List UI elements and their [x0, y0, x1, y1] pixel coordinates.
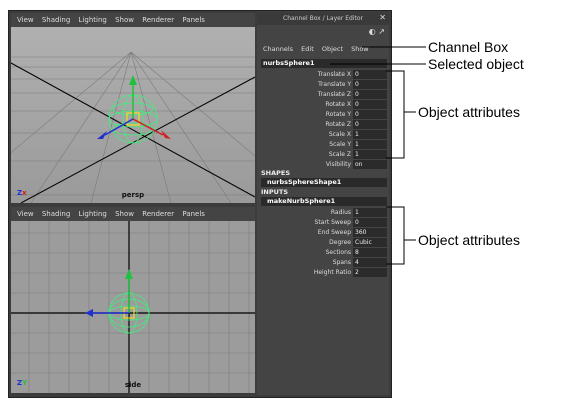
menu-lighting[interactable]: Lighting	[79, 207, 107, 221]
attr-label: Spans	[332, 259, 351, 266]
attr-row[interactable]: Height Ratio 2	[257, 268, 389, 277]
attr-value-field[interactable]: 8	[353, 248, 387, 257]
attr-row[interactable]: Translate Z 0	[257, 90, 389, 99]
attr-value-field[interactable]: 0	[353, 100, 387, 109]
attr-value-field[interactable]: 0	[353, 110, 387, 119]
attr-row[interactable]: Rotate Z 0	[257, 120, 389, 129]
menu-panels[interactable]: Panels	[182, 13, 205, 27]
menu-lighting[interactable]: Lighting	[79, 13, 107, 27]
shape-node[interactable]: nurbsSphereShape1	[261, 178, 387, 187]
annotation-channel-box: Channel Box	[428, 39, 509, 55]
annotation-object-attributes: Object attributes	[418, 232, 520, 248]
attr-row[interactable]: Start Sweep 0	[257, 218, 389, 227]
attr-row[interactable]: Sections 8	[257, 248, 389, 257]
shapes-header: SHAPES	[261, 169, 291, 177]
annotation-selected-object: Selected object	[428, 56, 524, 72]
menu-view[interactable]: View	[17, 207, 34, 221]
attr-label: Translate X	[317, 71, 351, 78]
side-viewport[interactable]: View Shading Lighting Show Renderer Pane…	[11, 207, 255, 393]
attr-row[interactable]: Scale Z 1	[257, 150, 389, 159]
menu-show[interactable]: Show	[351, 45, 369, 53]
attr-value-field[interactable]: Cubic	[353, 238, 387, 247]
channel-box-panel: Channel Box / Layer Editor ✕ ◐ ↗ Channel…	[257, 13, 389, 395]
attr-value-field[interactable]: 360	[353, 228, 387, 237]
attr-label: Start Sweep	[314, 219, 351, 226]
attr-value-field[interactable]: 1	[353, 208, 387, 217]
attr-row[interactable]: Degree Cubic	[257, 238, 389, 247]
attr-label: Rotate Z	[325, 121, 351, 128]
attr-value-field[interactable]: 0	[353, 80, 387, 89]
attr-label: Scale Z	[328, 151, 351, 158]
attr-value-field[interactable]: 0	[353, 90, 387, 99]
attr-row[interactable]: Visibility on	[257, 160, 389, 169]
attr-label: Translate Z	[317, 91, 351, 98]
attr-row[interactable]: End Sweep 360	[257, 228, 389, 237]
menu-panels[interactable]: Panels	[182, 207, 205, 221]
attr-value-field[interactable]: 1	[353, 150, 387, 159]
perspective-scene	[11, 27, 255, 203]
viewport-menu-bar: View Shading Lighting Show Renderer Pane…	[11, 13, 255, 27]
channel-box-tool-icons[interactable]: ◐ ↗	[369, 27, 385, 36]
channel-box-title: Channel Box / Layer Editor	[257, 13, 389, 25]
perspective-viewport[interactable]: View Shading Lighting Show Renderer Pane…	[11, 13, 255, 203]
menu-channels[interactable]: Channels	[263, 45, 293, 53]
inputs-header: INPUTS	[261, 188, 289, 196]
maya-window: View Shading Lighting Show Renderer Pane…	[8, 10, 392, 398]
attr-row[interactable]: Translate Y 0	[257, 80, 389, 89]
attr-row[interactable]: Radius 1	[257, 208, 389, 217]
attr-label: Visibility	[325, 161, 351, 168]
annotation-object-attributes: Object attributes	[418, 104, 520, 120]
attr-value-field[interactable]: 2	[353, 268, 387, 277]
attr-row[interactable]: Rotate X 0	[257, 100, 389, 109]
attr-label: Rotate X	[325, 101, 351, 108]
attr-value-field[interactable]: 4	[353, 258, 387, 267]
attr-label: End Sweep	[317, 229, 351, 236]
attr-value-field[interactable]: 0	[353, 70, 387, 79]
attr-value-field[interactable]: 1	[353, 140, 387, 149]
attr-label: Height Ratio	[313, 269, 351, 276]
menu-shading[interactable]: Shading	[42, 13, 70, 27]
attr-label: Translate Y	[318, 81, 351, 88]
attr-row[interactable]: Scale Y 1	[257, 140, 389, 149]
attr-label: Radius	[330, 209, 351, 216]
camera-label: side	[124, 381, 142, 389]
viewport-menu-bar: View Shading Lighting Show Renderer Pane…	[11, 207, 255, 221]
input-node[interactable]: makeNurbSphere1	[261, 197, 387, 206]
attr-row[interactable]: Translate X 0	[257, 70, 389, 79]
menu-view[interactable]: View	[17, 13, 34, 27]
attr-row[interactable]: Spans 4	[257, 258, 389, 267]
menu-edit[interactable]: Edit	[301, 45, 314, 53]
attr-value-field[interactable]: 0	[353, 120, 387, 129]
side-scene	[11, 221, 255, 393]
menu-renderer[interactable]: Renderer	[142, 207, 174, 221]
menu-show[interactable]: Show	[115, 207, 134, 221]
menu-shading[interactable]: Shading	[42, 207, 70, 221]
attr-value-field[interactable]: on	[353, 160, 387, 169]
attr-value-field[interactable]: 1	[353, 130, 387, 139]
channel-box-menu: Channels Edit Object Show	[257, 43, 389, 55]
attr-row[interactable]: Rotate Y 0	[257, 110, 389, 119]
menu-renderer[interactable]: Renderer	[142, 13, 174, 27]
attr-label: Degree	[329, 239, 351, 246]
attr-label: Scale Y	[329, 141, 351, 148]
attr-label: Sections	[325, 249, 351, 256]
attr-row[interactable]: Scale X 1	[257, 130, 389, 139]
camera-label: persp	[121, 191, 145, 199]
menu-show[interactable]: Show	[115, 13, 134, 27]
close-icon[interactable]: ✕	[379, 13, 386, 22]
attr-label: Scale X	[328, 131, 351, 138]
attr-label: Rotate Y	[325, 111, 351, 118]
attr-value-field[interactable]: 0	[353, 218, 387, 227]
menu-object[interactable]: Object	[322, 45, 343, 53]
selected-object-name[interactable]: nurbsSphere1	[261, 59, 387, 68]
